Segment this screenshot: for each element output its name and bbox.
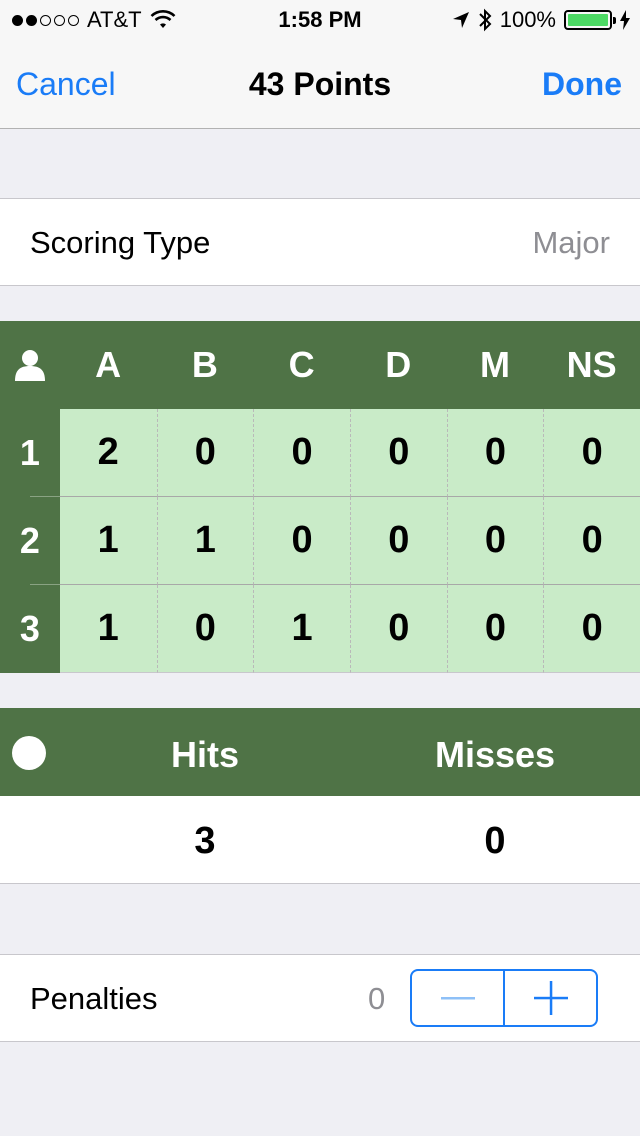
person-icon: [0, 321, 60, 409]
status-bar: AT&T 1:58 PM 100%: [0, 0, 640, 40]
status-right: 100%: [452, 7, 630, 33]
hits-header: Hits: [170, 734, 239, 775]
penalties-row: Penalties 0: [0, 954, 640, 1042]
done-button[interactable]: Done: [542, 66, 622, 103]
score-cell[interactable]: 1: [156, 497, 254, 585]
score-cell[interactable]: 0: [156, 409, 254, 497]
row-label: 1: [0, 409, 60, 497]
misses-value[interactable]: 0: [415, 820, 575, 863]
score-table: A B C D M NS 1 2 0 0 0 0 0 2 1 1 0 0 0 0…: [0, 321, 640, 673]
score-cell[interactable]: 0: [349, 497, 447, 585]
minus-icon: [440, 997, 475, 1000]
plus-icon: [533, 981, 568, 1015]
score-cell[interactable]: 2: [59, 409, 157, 497]
score-table-header: A B C D M NS: [0, 321, 640, 409]
row-label: 3: [0, 585, 60, 673]
score-cell[interactable]: 1: [59, 585, 157, 673]
charging-bolt-icon: [620, 10, 630, 30]
hits-row: 3 0: [0, 796, 640, 884]
score-cell[interactable]: 1: [59, 497, 157, 585]
hits-value[interactable]: 3: [155, 820, 255, 863]
score-cell[interactable]: 0: [543, 409, 640, 497]
battery-icon: [564, 10, 616, 30]
score-cell[interactable]: 0: [349, 409, 447, 497]
score-cell[interactable]: 0: [253, 497, 350, 585]
score-cell[interactable]: 0: [446, 497, 544, 585]
score-cell[interactable]: 0: [349, 585, 447, 673]
penalties-label: Penalties: [30, 981, 158, 1016]
misses-header: Misses: [434, 734, 556, 775]
column-header-a: A: [95, 344, 122, 385]
column-header-ns: NS: [566, 344, 617, 385]
scoring-type-value: Major: [532, 225, 610, 260]
column-header-m: M: [479, 344, 510, 385]
score-cell[interactable]: 1: [253, 585, 350, 673]
table-row: 1 2 0 0 0 0 0: [0, 409, 640, 497]
row-label: 2: [0, 497, 60, 585]
battery-percent: 100%: [499, 7, 556, 32]
increment-button[interactable]: [505, 971, 596, 1025]
bluetooth-icon: [479, 8, 492, 32]
table-row: 3 1 0 1 0 0 0: [0, 585, 640, 673]
decrement-button[interactable]: [412, 971, 505, 1025]
navigation-bar: Cancel 43 Points Done: [0, 40, 640, 129]
score-cell[interactable]: 0: [156, 585, 254, 673]
column-header-c: C: [288, 344, 315, 385]
scoring-type-row[interactable]: Scoring Type Major: [0, 198, 640, 286]
score-cell[interactable]: 0: [446, 409, 544, 497]
circle-icon: [12, 736, 46, 770]
score-cell[interactable]: 0: [543, 585, 640, 673]
location-arrow-icon: [452, 12, 469, 28]
score-cell[interactable]: 0: [543, 497, 640, 585]
column-header-d: D: [385, 344, 412, 385]
score-cell[interactable]: 0: [253, 409, 350, 497]
table-row: 2 1 1 0 0 0 0: [0, 497, 640, 585]
score-cell[interactable]: 0: [446, 585, 544, 673]
scoring-type-label: Scoring Type: [30, 225, 211, 260]
penalties-stepper[interactable]: [410, 969, 598, 1027]
penalties-value: 0: [368, 981, 386, 1016]
hits-table-header: Hits Misses: [0, 708, 640, 796]
column-header-b: B: [191, 344, 218, 385]
